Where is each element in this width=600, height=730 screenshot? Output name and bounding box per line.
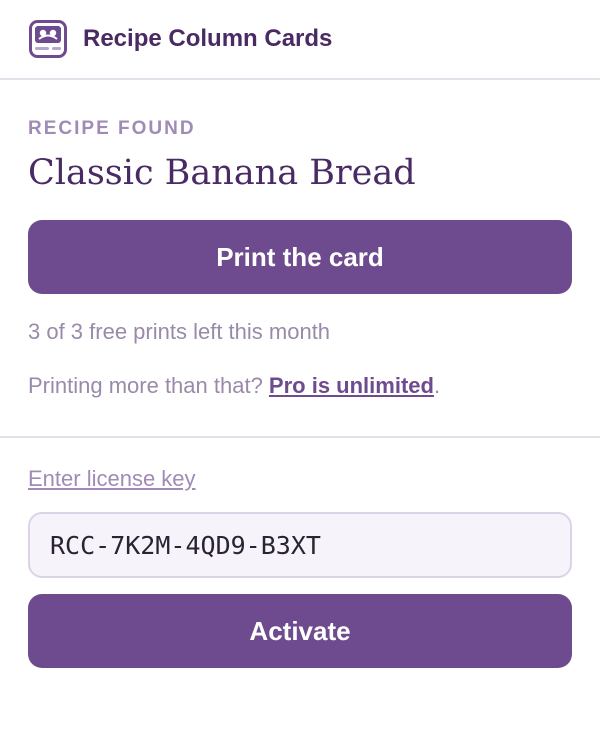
print-card-button[interactable]: Print the card: [28, 220, 572, 294]
license-section: Enter license key Activate: [0, 438, 600, 668]
recipe-card-logo-icon: [29, 20, 67, 58]
recipe-section: RECIPE FOUND Classic Banana Bread Print …: [0, 80, 600, 438]
pro-upsell-text: Printing more than that? Pro is unlimite…: [28, 372, 572, 400]
app-title: Recipe Column Cards: [83, 25, 333, 52]
activate-button[interactable]: Activate: [28, 594, 572, 668]
upsell-prefix: Printing more than that?: [28, 373, 269, 398]
enter-license-key-link[interactable]: Enter license key: [28, 464, 196, 494]
app-header: Recipe Column Cards: [0, 0, 600, 80]
free-prints-remaining: 3 of 3 free prints left this month: [28, 319, 331, 344]
recipe-found-label: RECIPE FOUND: [28, 118, 196, 139]
upsell-suffix: .: [433, 373, 441, 398]
recipe-title: Classic Banana Bread: [28, 153, 416, 193]
pro-unlimited-link[interactable]: Pro is unlimited: [269, 373, 434, 398]
license-key-input[interactable]: [28, 512, 572, 578]
